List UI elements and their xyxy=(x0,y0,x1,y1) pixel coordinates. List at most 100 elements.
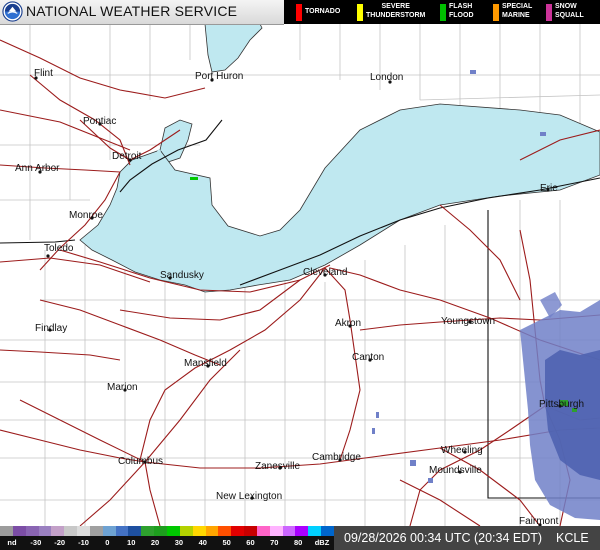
city-label: London xyxy=(370,72,403,83)
radar-echo-fleck xyxy=(190,177,198,180)
dbz-tick-label: 30 xyxy=(174,538,184,547)
city-label: Cleveland xyxy=(303,267,347,278)
legend-label-line: SEVERE xyxy=(381,3,410,10)
dbz-color-cell xyxy=(12,526,26,536)
city-columbus[interactable]: Columbus xyxy=(118,456,163,467)
city-label: Toledo xyxy=(44,243,74,254)
radar-map-screen: Flint Port Huron London Pontiac Detroit … xyxy=(0,0,600,550)
city-findlay[interactable]: Findlay xyxy=(35,323,67,334)
dbz-tick-label: 40 xyxy=(198,538,207,547)
dbz-tick-label: -20 xyxy=(54,538,66,547)
noaa-logo-icon xyxy=(2,1,23,22)
city-london[interactable]: London xyxy=(370,72,403,84)
city-new-lexington[interactable]: New Lexington xyxy=(216,491,282,502)
city-monroe[interactable]: Monroe xyxy=(69,210,103,221)
city-youngstown[interactable]: Youngstown xyxy=(441,316,495,327)
city-label: Wheeling xyxy=(441,445,483,456)
status-bar: nd -30 -20 -10 0 10 20 30 40 50 60 70 80 dBZ 09/28/20… xyxy=(0,526,600,550)
legend-label: SNOW SQUALL xyxy=(555,2,584,20)
dbz-color-cell xyxy=(321,526,334,536)
dbz-color-cell xyxy=(38,526,52,536)
city-zanesville[interactable]: Zanesville xyxy=(255,461,300,472)
city-sandusky[interactable]: Sandusky xyxy=(160,270,204,281)
dbz-color-cell xyxy=(179,526,193,536)
city-label: Pontiac xyxy=(83,116,116,127)
dbz-tick-label: 60 xyxy=(246,538,255,547)
radar-station-id: KCLE xyxy=(556,531,589,545)
legend-label: TORNADO xyxy=(305,8,341,15)
city-port-huron[interactable]: Port Huron xyxy=(195,71,243,82)
dbz-color-cell xyxy=(51,526,65,536)
city-detroit[interactable]: Detroit xyxy=(112,151,142,162)
city-flint[interactable]: Flint xyxy=(34,68,53,80)
city-label: Erie xyxy=(540,183,558,194)
radar-timestamp: 09/28/2026 00:34 UTC (20:34 EDT) xyxy=(344,531,543,545)
legend-label-line: SQUALL xyxy=(555,12,584,19)
agency-title: NATIONAL WEATHER SERVICE xyxy=(26,3,238,19)
city-label: Cambridge xyxy=(312,452,361,463)
dbz-color-strip xyxy=(0,526,334,536)
city-label: Zanesville xyxy=(255,461,300,472)
dbz-tick-label: dBZ xyxy=(314,538,330,547)
city-erie[interactable]: Erie xyxy=(540,183,558,194)
legend-label-line: THUNDERSTORM xyxy=(366,12,426,19)
city-label: Akron xyxy=(335,318,361,329)
city-cambridge[interactable]: Cambridge xyxy=(312,452,361,463)
radar-echo-fleck xyxy=(372,428,375,434)
city-label: Ann Arbor xyxy=(15,163,60,174)
dbz-color-cell xyxy=(77,526,90,536)
city-cleveland[interactable]: Cleveland xyxy=(303,267,347,278)
city-label: Moundsville xyxy=(429,465,482,476)
dbz-color-cell xyxy=(25,526,39,536)
city-pittsburgh[interactable]: Pittsburgh xyxy=(539,399,584,410)
city-canton[interactable]: Canton xyxy=(352,352,384,363)
dbz-color-scale: nd -30 -20 -10 0 10 20 30 40 50 60 70 80 dBZ xyxy=(0,526,334,550)
city-label: Findlay xyxy=(35,323,67,334)
city-label: Sandusky xyxy=(160,270,204,281)
city-ann-arbor[interactable]: Ann Arbor xyxy=(15,163,60,174)
title-bar: NATIONAL WEATHER SERVICE xyxy=(0,0,284,25)
dbz-tick-label: -10 xyxy=(78,538,89,547)
city-mansfield[interactable]: Mansfield xyxy=(184,358,227,369)
dbz-tick-label: 80 xyxy=(293,538,303,547)
city-label: Flint xyxy=(34,68,53,79)
radar-echo-fleck xyxy=(410,460,416,466)
city-label: Detroit xyxy=(112,151,142,162)
legend-label: SEVERE THUNDERSTORM xyxy=(366,2,425,20)
radar-echo-fleck xyxy=(470,70,476,74)
city-moundsville[interactable]: Moundsville xyxy=(429,465,482,476)
city-wheeling[interactable]: Wheeling xyxy=(441,445,483,456)
city-akron[interactable]: Akron xyxy=(335,318,361,329)
city-marion[interactable]: Marion xyxy=(107,382,138,393)
dbz-tick-label: 50 xyxy=(222,538,231,547)
dbz-color-cell xyxy=(166,526,180,536)
city-label: Youngstown xyxy=(441,316,495,327)
dbz-tick-label: 10 xyxy=(127,538,136,547)
dbz-color-cell xyxy=(282,526,296,536)
legend-label-line: MARINE xyxy=(502,12,530,19)
legend-label-line: FLOOD xyxy=(449,12,474,19)
legend-label-line: FLASH xyxy=(449,3,473,10)
dbz-color-cell xyxy=(218,526,232,536)
city-label: Columbus xyxy=(118,456,163,467)
dbz-tick-label: nd xyxy=(7,538,17,547)
legend-swatch xyxy=(440,4,446,21)
legend-label: SPECIAL MARINE xyxy=(502,2,532,20)
dbz-color-cell xyxy=(231,526,245,536)
city-label: Pittsburgh xyxy=(539,399,584,410)
radar-echo-fleck xyxy=(428,478,433,483)
city-pontiac[interactable]: Pontiac xyxy=(83,116,116,127)
legend-swatch xyxy=(493,4,499,21)
dbz-color-cell xyxy=(244,526,257,536)
city-label: Canton xyxy=(352,352,384,363)
dbz-color-cell xyxy=(256,526,270,536)
city-label: Mansfield xyxy=(184,358,227,369)
warning-legend: TORNADO SEVERE THUNDERSTORM FLASH FLOOD xyxy=(284,0,600,24)
radar-echo-fleck xyxy=(540,132,546,136)
dbz-color-cell xyxy=(102,526,116,536)
dbz-tick-label: 70 xyxy=(270,538,279,547)
dbz-color-cell xyxy=(295,526,309,536)
legend-swatch xyxy=(546,4,552,21)
city-label: New Lexington xyxy=(216,491,282,502)
dbz-color-cell xyxy=(0,526,13,536)
